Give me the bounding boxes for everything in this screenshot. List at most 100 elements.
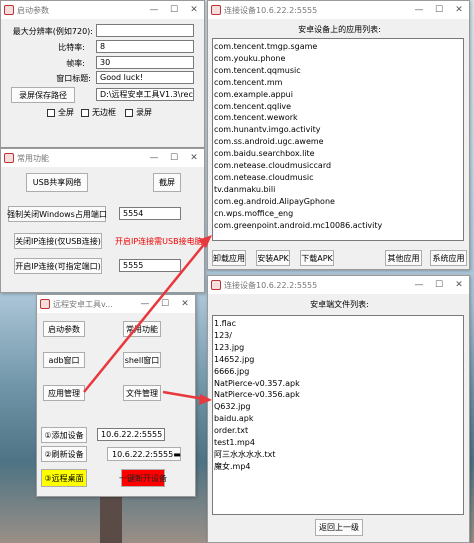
file-list-item[interactable]: NatPierce-v0.356.apk (214, 389, 462, 401)
app-list-item[interactable]: com.greenpoint.android.mc10086.activity (214, 220, 462, 232)
minimize-icon[interactable]: — (144, 5, 164, 15)
adb-window-button[interactable]: adb窗口 (43, 352, 85, 368)
file-list-item[interactable]: NatPierce-v0.357.apk (214, 378, 462, 390)
minimize-icon[interactable]: — (144, 153, 164, 163)
app-list-item[interactable]: com.baidu.searchbox.lite (214, 148, 462, 160)
close-icon[interactable]: ✕ (175, 299, 195, 309)
device-select-dropdown[interactable]: 10.6.22.2:5555 ▬ (107, 447, 181, 461)
app-list-item[interactable]: com.tencent.qqlive (214, 101, 462, 113)
uninstall-app-button[interactable]: 卸载应用 (212, 250, 246, 266)
max-res-input[interactable] (96, 24, 194, 37)
minimize-icon[interactable]: — (135, 299, 155, 309)
close-ip-button[interactable]: 关闭IP连接(仅USB连接) (14, 233, 102, 249)
borderless-checkbox[interactable]: 无边框 (81, 107, 116, 118)
file-list-item[interactable]: 123/ (214, 330, 462, 342)
app-list-item[interactable]: com.ss.android.ugc.aweme (214, 136, 462, 148)
maximize-icon[interactable]: ☐ (164, 153, 184, 163)
device-ip-input[interactable]: 10.6.22.2:5555 (97, 428, 165, 441)
app-manager-button[interactable]: 应用管理 (43, 385, 85, 401)
checkbox-box (125, 108, 133, 117)
fullscreen-checkbox[interactable]: 全屏 (47, 107, 74, 118)
common-funcs-button[interactable]: 常用功能 (123, 321, 161, 337)
shell-window-button[interactable]: shell窗口 (123, 352, 161, 368)
window-title: 连接设备10.6.22.2:5555 (224, 280, 318, 290)
ip-warning-text: 开启IP连接需USB接电脑 (115, 237, 203, 246)
screenshot-button[interactable]: 截屏 (153, 173, 181, 192)
window-title: 启动参数 (17, 5, 49, 15)
back-up-button[interactable]: 返回上一级 (315, 519, 363, 536)
app-list-item[interactable]: com.tencent.tmgp.sgame (214, 41, 462, 53)
window-title: 远程安卓工具v... (53, 299, 113, 309)
remote-desktop-button[interactable]: ③远程桌面 (41, 469, 87, 487)
window-title: 常用功能 (17, 153, 49, 163)
bitrate-input[interactable]: 8 (96, 40, 194, 53)
maximize-icon[interactable]: ☐ (155, 299, 175, 309)
app-list-item[interactable]: com.netease.cloudmusiccard (214, 160, 462, 172)
install-apk-button[interactable]: 安装APK (256, 250, 290, 266)
fps-input[interactable]: 30 (96, 56, 194, 69)
file-manager-button[interactable]: 文件管理 (123, 385, 161, 401)
record-path-input[interactable]: D:\远程安卓工具V1.3\recc (96, 88, 194, 101)
app-list-window: 连接设备10.6.22.2:5555 — ☐ ✕ 安卓设备上的应用列表: com.te… (207, 0, 470, 270)
app-list[interactable]: com.tencent.tmgp.sgame com.youku.phone c… (212, 38, 464, 241)
file-list-item[interactable]: order.txt (214, 425, 462, 437)
usb-share-button[interactable]: USB共享网络 (26, 173, 88, 192)
app-list-item[interactable]: cn.wps.moffice_eng (214, 208, 462, 220)
file-list-item[interactable]: Q632.jpg (214, 401, 462, 413)
close-icon[interactable]: ✕ (184, 5, 204, 15)
file-list-item[interactable]: 魔女.mp4 (214, 461, 462, 473)
maximize-icon[interactable]: ☐ (164, 5, 184, 15)
file-list-item[interactable]: 6666.jpg (214, 366, 462, 378)
record-checkbox[interactable]: 录屏 (125, 107, 152, 118)
title-bar: 远程安卓工具v... — ☐ ✕ (37, 295, 195, 313)
port-input-1[interactable]: 5554 (119, 207, 181, 220)
close-icon[interactable]: ✕ (449, 5, 469, 15)
checkbox-label: 全屏 (58, 108, 74, 117)
title-bar: 常用功能 — ☐ ✕ (1, 149, 204, 167)
maximize-icon[interactable]: ☐ (429, 5, 449, 15)
window-title-input[interactable]: Good luck! (96, 71, 194, 84)
app-list-item[interactable]: com.youku.phone (214, 53, 462, 65)
minimize-icon[interactable]: — (409, 5, 429, 15)
file-list-item[interactable]: 阿三水水水水.txt (214, 449, 462, 461)
checkbox-box (47, 108, 55, 117)
file-list-item[interactable]: 14652.jpg (214, 354, 462, 366)
download-apk-button[interactable]: 下载APK (300, 250, 334, 266)
add-device-button[interactable]: ①添加设备 (41, 427, 87, 443)
maximize-icon[interactable]: ☐ (429, 280, 449, 290)
system-apps-button[interactable]: 系统应用 (430, 250, 467, 266)
app-icon (4, 153, 14, 163)
checkbox-label: 录屏 (136, 108, 152, 117)
window-title: 连接设备10.6.22.2:5555 (224, 5, 318, 15)
close-icon[interactable]: ✕ (184, 153, 204, 163)
app-list-item[interactable]: com.hunantv.imgo.activity (214, 124, 462, 136)
minimize-icon[interactable]: — (409, 280, 429, 290)
record-path-button[interactable]: 录屏保存路径 (11, 87, 75, 103)
title-bar: 连接设备10.6.22.2:5555 — ☐ ✕ (208, 1, 469, 19)
app-list-item[interactable]: com.netease.cloudmusic (214, 172, 462, 184)
start-params-button[interactable]: 启动参数 (43, 321, 85, 337)
refresh-devices-button[interactable]: ②刷新设备 (41, 446, 87, 462)
app-list-item[interactable]: com.example.appui (214, 89, 462, 101)
file-list-item[interactable]: 123.jpg (214, 342, 462, 354)
window-title-label: 窗口标题: (56, 74, 91, 83)
force-close-port-button[interactable]: 强制关闭Windows占用端口 (7, 206, 107, 222)
file-list-item[interactable]: baidu.apk (214, 413, 462, 425)
other-apps-button[interactable]: 其他应用 (385, 250, 422, 266)
file-list-item[interactable]: test1.mp4 (214, 437, 462, 449)
close-icon[interactable]: ✕ (449, 280, 469, 290)
app-icon (211, 5, 221, 15)
app-list-item[interactable]: tv.danmaku.bili (214, 184, 462, 196)
file-list[interactable]: 1.flac 123/ 123.jpg 14652.jpg 6666.jpg N… (212, 315, 464, 515)
app-list-item[interactable]: com.tencent.mm (214, 77, 462, 89)
max-res-label: 最大分辨率(例如720): (12, 27, 93, 36)
app-list-item[interactable]: com.tencent.qqmusic (214, 65, 462, 77)
app-list-item[interactable]: com.eg.android.AlipayGphone (214, 196, 462, 208)
disconnect-button[interactable]: 一键断开设备 (119, 469, 167, 487)
app-list-item[interactable]: com.tencent.wework (214, 112, 462, 124)
open-ip-button[interactable]: 开启IP连接(可指定端口) (14, 258, 102, 274)
port-input-2[interactable]: 5555 (119, 259, 181, 272)
file-list-item[interactable]: 1.flac (214, 318, 462, 330)
file-list-heading: 安卓端文件列表: (310, 300, 369, 309)
app-list-heading: 安卓设备上的应用列表: (298, 25, 381, 34)
